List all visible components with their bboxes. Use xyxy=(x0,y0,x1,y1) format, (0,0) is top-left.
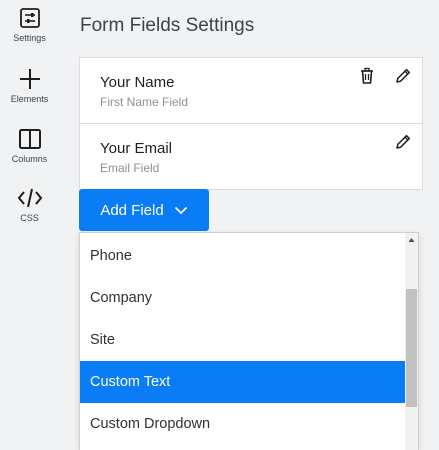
sidebar-item-columns[interactable]: Columns xyxy=(0,128,59,164)
field-subtitle: First Name Field xyxy=(100,95,189,109)
field-name: Your Email xyxy=(100,140,172,157)
field-name: Your Name xyxy=(100,74,175,91)
settings-sliders-icon xyxy=(19,8,40,28)
dropdown-option-phone[interactable]: Phone xyxy=(80,235,406,277)
edit-field-button[interactable] xyxy=(394,67,412,85)
add-field-button[interactable]: Add Field xyxy=(79,189,209,231)
field-row-your-email[interactable]: Your Email Email Field xyxy=(80,124,422,189)
sidebar-item-label: Columns xyxy=(11,154,48,164)
dropdown-option-site[interactable]: Site xyxy=(80,319,406,361)
trash-icon xyxy=(361,67,373,84)
dropdown-option-company[interactable]: Company xyxy=(80,277,406,319)
scroll-up-arrow-icon xyxy=(408,238,415,242)
dropdown-option-custom-dropdown[interactable]: Custom Dropdown xyxy=(80,403,406,445)
code-icon xyxy=(17,188,42,208)
add-field-dropdown: Phone Company Site Custom Text Custom Dr… xyxy=(79,232,419,450)
field-row-your-name[interactable]: Your Name First Name Field xyxy=(80,58,422,124)
sidebar-item-elements[interactable]: Elements xyxy=(0,68,59,104)
sidebar-rail: Settings Elements Columns CSS xyxy=(0,0,59,450)
sidebar-item-label: Elements xyxy=(10,94,49,104)
pencil-icon xyxy=(396,134,411,149)
scroll-up-button[interactable] xyxy=(405,233,418,247)
sidebar-item-css[interactable]: CSS xyxy=(0,187,59,223)
sidebar-item-label: Settings xyxy=(13,33,46,43)
edit-field-button[interactable] xyxy=(394,133,412,151)
sidebar-item-label: CSS xyxy=(20,213,39,223)
columns-icon xyxy=(18,129,41,149)
field-subtitle: Email Field xyxy=(100,161,160,175)
sidebar-item-settings[interactable]: Settings xyxy=(0,7,59,43)
scroll-thumb[interactable] xyxy=(406,289,417,407)
delete-field-button[interactable] xyxy=(359,67,377,85)
field-list: Your Name First Name Field Your Email Em… xyxy=(79,57,423,190)
chevron-down-icon xyxy=(174,206,187,214)
dropdown-scrollbar[interactable] xyxy=(405,233,418,450)
plus-icon xyxy=(19,69,40,89)
page-title: Form Fields Settings xyxy=(80,15,255,36)
dropdown-option-custom-text[interactable]: Custom Text xyxy=(80,361,406,403)
add-field-label: Add Field xyxy=(100,201,164,219)
pencil-icon xyxy=(396,68,411,83)
